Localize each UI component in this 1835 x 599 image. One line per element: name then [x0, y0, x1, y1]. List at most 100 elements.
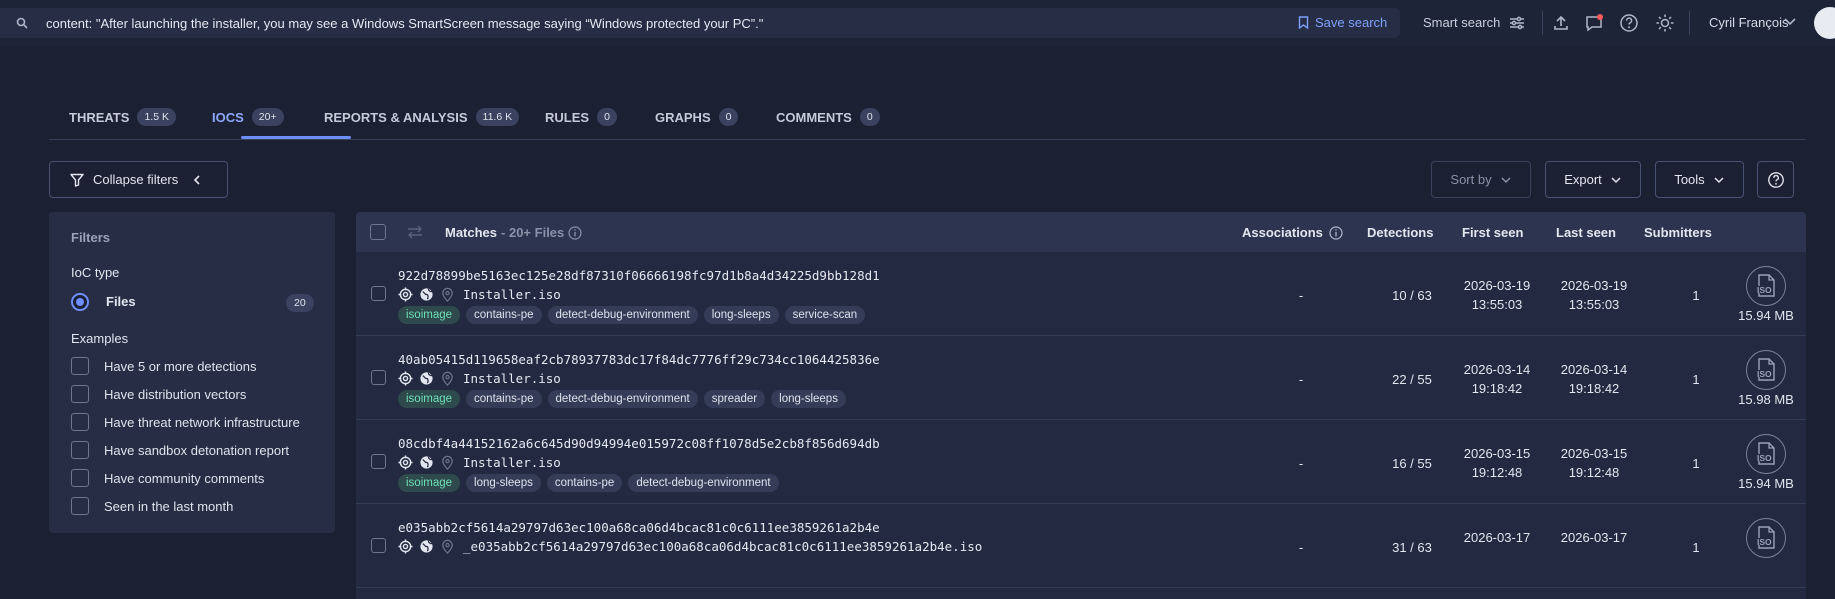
location-pin-icon	[442, 287, 453, 302]
matches-heading: Matches - 20+ Files	[445, 225, 582, 240]
tab-graphs[interactable]: GRAPHS 0	[655, 106, 739, 128]
tag-isoimage[interactable]: isoimage	[398, 390, 461, 408]
swap-icon[interactable]	[406, 224, 424, 240]
tag-detect-debug-environment[interactable]: detect-debug-environment	[547, 306, 698, 324]
col-last-seen-label: Last seen	[1556, 225, 1616, 240]
tab-count: 20+	[251, 108, 284, 126]
export-label: Export	[1564, 172, 1602, 187]
location-pin-icon	[442, 455, 453, 470]
tag-long-sleeps[interactable]: long-sleeps	[466, 474, 541, 492]
tools-button[interactable]: Tools	[1655, 161, 1744, 198]
tag-list: isoimage contains-pe detect-debug-environm…	[398, 306, 866, 324]
table-header: Matches - 20+ Files Associations Detecti…	[356, 212, 1806, 252]
last-seen-time: 19:12:48	[1568, 465, 1620, 480]
tag-contains-pe[interactable]: contains-pe	[466, 306, 542, 324]
file-name: _e035abb2cf5614a29797d63ec100a68ca06d4bc…	[463, 539, 983, 554]
tag-long-sleeps[interactable]: long-sleeps	[771, 390, 846, 408]
help-icon[interactable]	[1619, 13, 1639, 33]
submitters-value: 1	[1692, 540, 1700, 555]
info-icon[interactable]	[1329, 225, 1343, 240]
tag-contains-pe[interactable]: contains-pe	[546, 474, 623, 492]
first-seen-date: 2026-03-14	[1463, 362, 1531, 377]
location-pin-icon	[442, 371, 453, 386]
last-seen-value: 2026-03-15 19:12:48	[1546, 444, 1642, 482]
divider	[1689, 11, 1690, 35]
notifications-icon[interactable]	[1584, 13, 1604, 33]
save-search-button[interactable]: Save search	[1298, 15, 1387, 30]
example-checkbox[interactable]	[71, 413, 89, 431]
tag-long-sleeps[interactable]: long-sleeps	[703, 306, 779, 324]
example-checkbox[interactable]	[71, 357, 89, 375]
collapse-filters-button[interactable]: Collapse filters	[49, 161, 228, 198]
help-button[interactable]	[1757, 161, 1794, 198]
globe-icon	[420, 372, 433, 385]
row-checkbox[interactable]	[371, 454, 386, 469]
example-checkbox[interactable]	[71, 385, 89, 403]
example-label: Have community comments	[104, 471, 265, 486]
tab-rules[interactable]: RULES 0	[545, 106, 617, 128]
table-row[interactable]: 922d78899be5163ec125e28df87310f06666198f…	[356, 252, 1806, 336]
iso-file-icon: ISO	[1746, 518, 1786, 558]
select-all-checkbox[interactable]	[370, 224, 386, 240]
tab-comments[interactable]: COMMENTS 0	[776, 106, 880, 128]
tag-isoimage[interactable]: isoimage	[398, 474, 461, 492]
col-detections[interactable]: Detections	[1367, 225, 1433, 240]
user-menu[interactable]: Cyril François	[1709, 15, 1788, 30]
file-hash-link[interactable]: 40ab05415d119658eaf2cb78937783dc17f84dc7…	[398, 352, 880, 367]
search-box[interactable]: content: "After launching the installer,…	[0, 8, 1400, 38]
tag-isoimage[interactable]: isoimage	[398, 306, 461, 324]
chevron-down-icon[interactable]	[1783, 14, 1797, 28]
first-seen-time: 13:55:03	[1471, 297, 1523, 312]
example-checkbox[interactable]	[71, 441, 89, 459]
avatar[interactable]	[1814, 7, 1835, 39]
tag-list: isoimage long-sleeps contains-pe detect-deb…	[398, 474, 779, 492]
table-row[interactable]: 08cdbf4a44152162a6c645d90d94994e015972c0…	[356, 420, 1806, 504]
upload-icon[interactable]	[1551, 13, 1571, 33]
tag-contains-pe[interactable]: contains-pe	[466, 390, 542, 408]
search-input[interactable]: content: "After launching the installer,…	[46, 16, 763, 31]
smart-search-button[interactable]: Smart search	[1423, 15, 1500, 30]
row-checkbox[interactable]	[371, 538, 386, 553]
tag-detect-debug-environment[interactable]: detect-debug-environment	[628, 474, 779, 492]
sliders-icon[interactable]	[1507, 13, 1527, 33]
tab-iocs[interactable]: IOCS 20+	[212, 106, 284, 128]
col-submitters[interactable]: Submitters	[1644, 225, 1712, 240]
file-hash-link[interactable]: e035abb2cf5614a29797d63ec100a68ca06d4bca…	[398, 520, 880, 535]
row-checkbox[interactable]	[371, 370, 386, 385]
file-hash-link[interactable]: 08cdbf4a44152162a6c645d90d94994e015972c0…	[398, 436, 880, 451]
col-associations[interactable]: Associations	[1242, 225, 1343, 240]
target-icon	[398, 371, 413, 386]
chevron-left-icon	[194, 174, 200, 185]
table-row[interactable]: e035abb2cf5614a29797d63ec100a68ca06d4bca…	[356, 504, 1806, 588]
example-checkbox[interactable]	[71, 469, 89, 487]
col-last-seen[interactable]: Last seen	[1556, 225, 1616, 240]
bookmark-icon	[1298, 16, 1309, 29]
table-row[interactable]: 40ab05415d119658eaf2cb78937783dc17f84dc7…	[356, 336, 1806, 420]
col-first-seen[interactable]: First seen	[1462, 225, 1523, 240]
tag-service-scan[interactable]: service-scan	[784, 306, 866, 324]
info-icon[interactable]	[568, 225, 582, 240]
files-radio[interactable]	[71, 293, 89, 311]
tab-label: COMMENTS	[776, 109, 852, 125]
last-seen-value: 2026-03-14 19:18:42	[1546, 360, 1642, 398]
tab-threats[interactable]: THREATS 1.5 K	[69, 106, 176, 128]
last-seen-value: 2026-03-17	[1546, 528, 1642, 547]
tag-detect-debug-environment[interactable]: detect-debug-environment	[547, 390, 698, 408]
row-checkbox[interactable]	[371, 286, 386, 301]
tab-reports-analysis[interactable]: REPORTS & ANALYSIS 11.6 K	[324, 106, 520, 128]
example-checkbox[interactable]	[71, 497, 89, 515]
file-name: Installer.iso	[463, 455, 561, 470]
file-hash-link[interactable]: 922d78899be5163ec125e28df87310f06666198f…	[398, 268, 880, 283]
tag-spreader[interactable]: spreader	[703, 390, 766, 408]
example-label: Seen in the last month	[104, 499, 234, 514]
sort-by-button[interactable]: Sort by	[1431, 161, 1531, 198]
iso-file-icon: ISO	[1746, 434, 1786, 474]
submitters-value: 1	[1692, 456, 1700, 471]
export-button[interactable]: Export	[1545, 161, 1641, 198]
associations-value: -	[1298, 540, 1304, 555]
first-seen-date: 2026-03-19	[1463, 278, 1531, 293]
files-label: Files	[106, 294, 136, 309]
target-icon	[398, 455, 413, 470]
theme-sun-icon[interactable]	[1655, 13, 1675, 33]
example-label: Have 5 or more detections	[104, 359, 257, 374]
